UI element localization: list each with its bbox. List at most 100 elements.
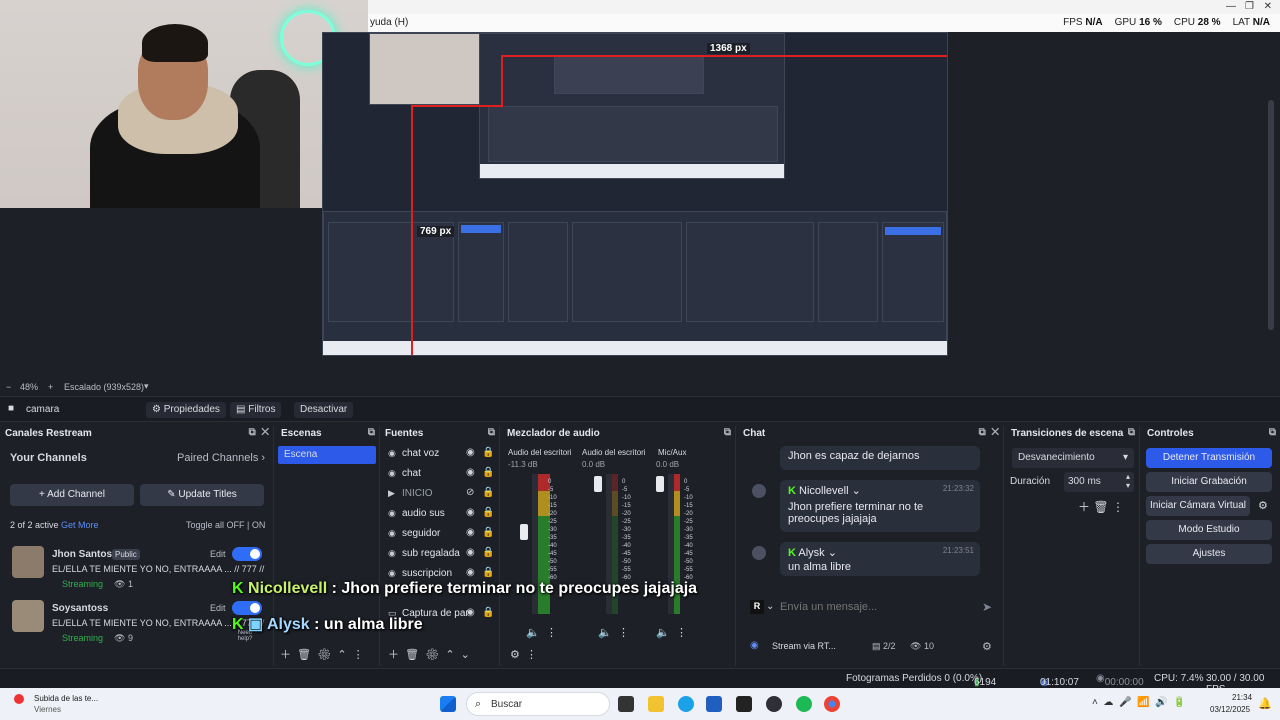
minimize-icon[interactable]: — <box>1226 1 1236 12</box>
close-window-icon[interactable]: ✕ <box>1264 1 1272 12</box>
eye-icon[interactable]: ◉ <box>466 527 475 538</box>
start-virtual-camera-button[interactable]: Iniciar Cámara Virtual <box>1146 496 1250 516</box>
trash-icon[interactable]: 🗑 <box>1093 500 1108 514</box>
scene-item[interactable]: Escena <box>278 446 376 464</box>
channel-toggle[interactable] <box>232 547 262 561</box>
filters-button[interactable]: ▤ Filtros <box>230 402 282 418</box>
float-icon[interactable]: ⧉ <box>1269 427 1276 438</box>
spinner-icon[interactable]: ▴ ▾ <box>1126 472 1130 490</box>
eye-icon[interactable]: ◉ <box>466 507 475 518</box>
taskbar-search[interactable]: ⌕ Buscar <box>466 692 610 716</box>
settings-button[interactable]: Ajustes <box>1146 544 1272 564</box>
lock-icon[interactable]: 🔒 <box>482 467 494 478</box>
scaling-dropdown-icon[interactable]: ▾ <box>144 381 149 392</box>
float-icon[interactable]: ⧉ <box>1128 427 1135 438</box>
edit-link[interactable]: Edit <box>210 603 226 613</box>
add-icon[interactable]: ＋ <box>388 649 399 661</box>
source-item[interactable]: ◉ chat ◉ 🔒 <box>384 464 496 484</box>
volume-fader[interactable] <box>520 524 528 540</box>
more-icon[interactable]: ⋮ <box>618 626 629 639</box>
more-icon[interactable]: ⋮ <box>546 626 557 639</box>
chrome-icon[interactable] <box>824 696 840 712</box>
source-item[interactable]: ◉ chat voz ◉ 🔒 <box>384 444 496 464</box>
lock-icon[interactable]: 🔒 <box>482 547 494 558</box>
preview-canvas[interactable]: 1368 px 769 px <box>322 32 948 356</box>
float-icon[interactable]: ⧉ <box>249 427 256 438</box>
tray-icons[interactable]: ˄ ☁ 🎤 📶 🔊 🔋 <box>1092 697 1185 708</box>
source-item[interactable]: ▶ INICIO ⊘ 🔒 <box>384 484 496 504</box>
eye-icon[interactable]: ◉ <box>466 547 475 558</box>
more-icon[interactable]: ⋮ <box>676 626 687 639</box>
clock-time[interactable]: 21:34 <box>1232 693 1252 702</box>
zoom-in-button[interactable]: + <box>48 382 53 392</box>
chat-settings-icon[interactable]: ⚙ <box>982 640 992 653</box>
float-icon[interactable]: ⧉ <box>488 427 495 438</box>
stop-stream-button[interactable]: Detener Transmisión <box>1146 448 1272 468</box>
up-icon[interactable]: ⌃ <box>445 649 454 661</box>
lock-icon[interactable]: 🔒 <box>482 487 494 498</box>
float-icon[interactable]: ⧉ <box>979 427 986 438</box>
menu-help[interactable]: yuda (H) <box>370 17 408 28</box>
speaker-icon[interactable]: 🔈 <box>526 626 540 639</box>
down-icon[interactable]: ⌄ <box>461 649 470 661</box>
paired-channels-tab[interactable]: Paired Channels › <box>177 452 265 464</box>
up-icon[interactable]: ⌃ <box>337 649 346 661</box>
send-icon[interactable]: ➤ <box>982 600 992 614</box>
spotify-icon[interactable] <box>796 696 812 712</box>
more-icon[interactable]: ⋮ <box>353 649 364 661</box>
toggle-all[interactable]: Toggle all OFF | ON <box>186 520 265 530</box>
notification-title[interactable]: Subida de las te... <box>34 694 98 703</box>
app-icon[interactable] <box>736 696 752 712</box>
deactivate-button[interactable]: Desactivar <box>294 402 354 418</box>
source-item[interactable]: ◉ audio sus ◉ 🔒 <box>384 504 496 524</box>
stream-via-label[interactable]: Stream via RT... <box>772 641 836 651</box>
edge-icon[interactable] <box>678 696 694 712</box>
zoom-out-button[interactable]: − <box>6 382 11 392</box>
close-dock-icon[interactable]: ✕ <box>261 427 269 438</box>
settings-icon[interactable]: ⚙ <box>317 649 331 661</box>
virtual-camera-settings-icon[interactable]: ⚙ <box>1258 499 1268 512</box>
edit-link[interactable]: Edit <box>210 549 226 559</box>
source-item[interactable]: ◉ sub regalada ◉ 🔒 <box>384 544 496 564</box>
windows-start-icon[interactable] <box>440 696 456 712</box>
clock-date[interactable]: 03/12/2025 <box>1210 705 1250 714</box>
channel-toggle[interactable] <box>232 601 262 615</box>
transition-select[interactable]: Desvanecimiento ▾ <box>1012 448 1134 468</box>
notifications-bell-icon[interactable]: 🔔 <box>1258 697 1272 710</box>
lock-icon[interactable]: 🔒 <box>482 447 494 458</box>
eye-icon[interactable]: ◉ <box>466 467 475 478</box>
maximize-icon[interactable]: ❐ <box>1245 1 1254 12</box>
duration-input[interactable]: 300 ms ▴ ▾ <box>1064 472 1134 492</box>
eye-icon[interactable]: ◉ <box>466 567 475 578</box>
volume-fader[interactable] <box>656 476 664 492</box>
obs-icon[interactable] <box>766 696 782 712</box>
file-explorer-icon[interactable] <box>648 696 664 712</box>
trash-icon[interactable]: 🗑 <box>297 649 311 661</box>
add-channel-button[interactable]: + Add Channel <box>10 484 134 506</box>
properties-button[interactable]: ⚙ Propiedades <box>146 402 226 418</box>
lock-icon[interactable]: 🔒 <box>482 527 494 538</box>
task-view-icon[interactable] <box>618 696 634 712</box>
speaker-icon[interactable]: 🔈 <box>656 626 670 639</box>
eye-off-icon[interactable]: ⊘ <box>466 487 474 498</box>
add-icon[interactable]: ＋ <box>280 649 291 661</box>
more-icon[interactable]: ⋮ <box>1112 500 1124 514</box>
float-icon[interactable]: ⧉ <box>368 427 375 438</box>
trash-icon[interactable]: 🗑 <box>405 649 419 661</box>
your-channels-tab[interactable]: Your Channels <box>10 452 87 464</box>
add-icon[interactable]: ＋ <box>1078 500 1090 514</box>
settings-icon[interactable]: ⚙ <box>425 649 439 661</box>
speaker-icon[interactable]: 🔈 <box>598 626 612 639</box>
lock-icon[interactable]: 🔒 <box>482 607 494 618</box>
chat-account-dropdown[interactable]: ⌄ <box>766 601 774 612</box>
studio-mode-button[interactable]: Modo Estudio <box>1146 520 1272 540</box>
eye-icon[interactable]: ◉ <box>466 607 475 618</box>
chat-input[interactable] <box>780 596 980 618</box>
mixer-settings-icon[interactable]: ⚙ ⋮ <box>510 648 537 661</box>
preview-vscrollbar[interactable] <box>1268 100 1274 330</box>
volume-fader[interactable] <box>594 476 602 492</box>
source-item[interactable]: ◉ seguidor ◉ 🔒 <box>384 524 496 544</box>
float-icon[interactable]: ⧉ <box>724 427 731 438</box>
update-titles-button[interactable]: ✎ Update Titles <box>140 484 264 506</box>
lock-icon[interactable]: 🔒 <box>482 507 494 518</box>
